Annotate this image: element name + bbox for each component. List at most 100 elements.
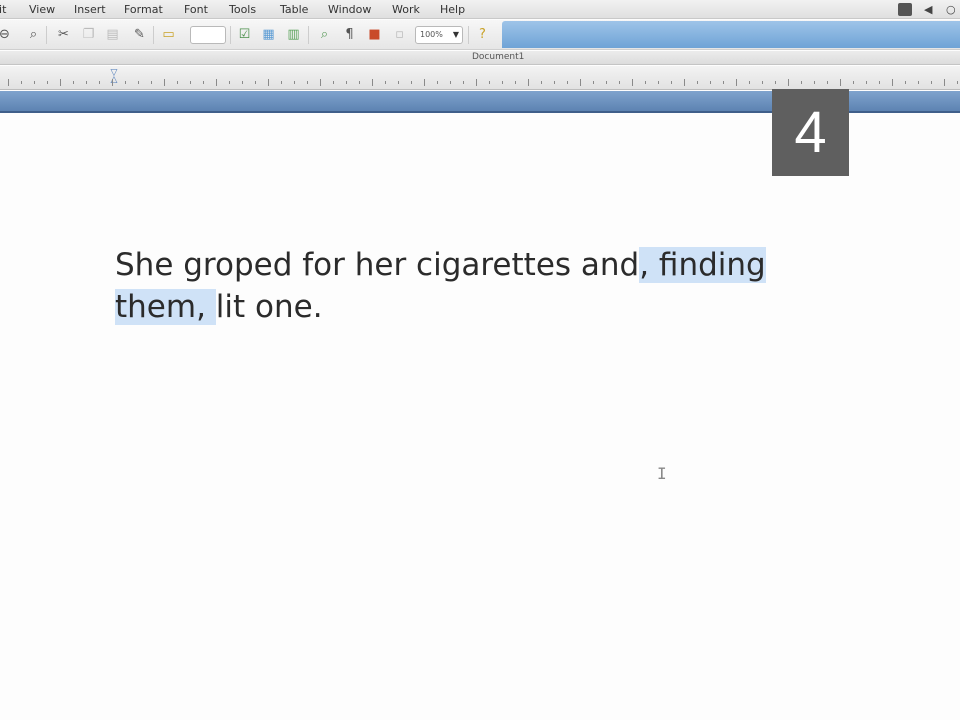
- ruler-tick: [346, 81, 347, 84]
- ruler-tick: [437, 81, 438, 84]
- ruler-tick: [736, 79, 737, 86]
- ruler-tick: [112, 79, 113, 86]
- menu-insert[interactable]: Insert: [74, 3, 106, 16]
- text-selection: , finding: [639, 247, 766, 283]
- ruler-tick: [203, 81, 204, 84]
- ruler-tick: [879, 81, 880, 84]
- battery-icon[interactable]: [898, 3, 912, 16]
- font-combo[interactable]: [190, 26, 226, 44]
- toolbar-divider: [308, 26, 309, 44]
- paste-icon[interactable]: ▤: [104, 26, 121, 43]
- ruler-tick: [853, 81, 854, 84]
- ruler-tick: [515, 81, 516, 84]
- ruler-tick: [255, 81, 256, 84]
- ruler-tick: [190, 81, 191, 84]
- help-icon[interactable]: ?: [474, 26, 491, 43]
- ruler-tick: [645, 81, 646, 84]
- ruler-tick: [684, 79, 685, 86]
- ruler-tick: [450, 81, 451, 84]
- toolbar-divider: [230, 26, 231, 44]
- ruler-tick: [710, 81, 711, 84]
- ruler-tick: [476, 79, 477, 86]
- menu-table[interactable]: Table: [280, 3, 308, 16]
- edit-icon[interactable]: ☑: [236, 26, 253, 43]
- ruler-tick: [827, 81, 828, 84]
- table-icon[interactable]: ▦: [260, 26, 277, 43]
- ruler-tick: [931, 81, 932, 84]
- ruler-tick: [216, 79, 217, 86]
- toolbar-divider: [46, 26, 47, 44]
- ruler-tick: [489, 81, 490, 84]
- zoom-combo[interactable]: 100% ▼: [415, 26, 463, 44]
- ruler-tick: [21, 81, 22, 84]
- text-selection: them,: [115, 289, 216, 325]
- zoom-out-icon[interactable]: ⊖: [0, 26, 13, 43]
- ruler-tick: [164, 79, 165, 86]
- ruler-tick: [177, 81, 178, 84]
- menu-work[interactable]: Work: [392, 3, 420, 16]
- ruler[interactable]: ▽ △: [0, 66, 960, 90]
- menu-edit[interactable]: lit: [0, 3, 6, 16]
- ruler-tick: [957, 81, 958, 84]
- ruler-tick: [60, 79, 61, 86]
- menu-tools[interactable]: Tools: [229, 3, 256, 16]
- menu-view[interactable]: View: [29, 3, 55, 16]
- ruler-tick: [34, 81, 35, 84]
- ruler-tick: [424, 79, 425, 86]
- volume-icon[interactable]: ◀: [924, 3, 936, 16]
- menu-format[interactable]: Format: [124, 3, 163, 16]
- ruler-tick: [47, 81, 48, 84]
- style-icon[interactable]: ▭: [160, 26, 177, 43]
- search-icon[interactable]: ⌕: [25, 26, 42, 43]
- ruler-tick: [99, 81, 100, 84]
- toolbar-divider: [153, 26, 154, 44]
- ruler-tick: [580, 79, 581, 86]
- ruler-tick: [892, 79, 893, 86]
- ruler-tick: [125, 81, 126, 84]
- toolbar-blue-area: [502, 21, 960, 48]
- ruler-tick: [294, 81, 295, 84]
- ruler-tick: [359, 81, 360, 84]
- columns-icon[interactable]: ▥: [285, 26, 302, 43]
- ruler-tick: [73, 81, 74, 84]
- toolbox-icon[interactable]: ■: [366, 26, 383, 43]
- menu-help[interactable]: Help: [440, 3, 465, 16]
- ruler-tick: [151, 81, 152, 84]
- ruler-tick: [697, 81, 698, 84]
- ruler-tick: [606, 81, 607, 84]
- toolbar-divider: [468, 26, 469, 44]
- grid-icon[interactable]: ▫: [391, 26, 408, 43]
- cut-icon[interactable]: ✂: [55, 26, 72, 43]
- ruler-tick: [567, 81, 568, 84]
- menu-window[interactable]: Window: [328, 3, 371, 16]
- ruler-tick: [593, 81, 594, 84]
- find-icon[interactable]: ⌕: [316, 26, 333, 43]
- ruler-tick: [138, 81, 139, 84]
- step-number-badge: 4: [772, 89, 849, 176]
- ruler-tick: [502, 81, 503, 84]
- ruler-tick: [307, 81, 308, 84]
- ruler-tick: [463, 81, 464, 84]
- ruler-tick: [788, 79, 789, 86]
- text-line: She groped for her cigarettes and, findi…: [115, 244, 875, 286]
- ruler-tick: [86, 81, 87, 84]
- format-brush-icon[interactable]: ✎: [131, 26, 148, 43]
- ruler-tick: [8, 79, 9, 86]
- text-cursor-icon: I: [657, 464, 667, 483]
- ruler-tick: [411, 81, 412, 84]
- document-body[interactable]: She groped for her cigarettes and, findi…: [115, 244, 875, 328]
- spotlight-icon[interactable]: ○: [946, 3, 958, 16]
- ruler-tick: [333, 81, 334, 84]
- pilcrow-icon[interactable]: ¶: [341, 26, 358, 43]
- ruler-tick: [229, 81, 230, 84]
- ruler-tick: [385, 81, 386, 84]
- menu-font[interactable]: Font: [184, 3, 208, 16]
- text-plain: She groped for her cigarettes and: [115, 247, 640, 283]
- ruler-tick: [918, 81, 919, 84]
- ruler-tick: [268, 79, 269, 86]
- ruler-tick: [554, 81, 555, 84]
- ruler-tick: [242, 81, 243, 84]
- ruler-tick: [320, 79, 321, 86]
- ruler-tick: [723, 81, 724, 84]
- copy-icon[interactable]: ❐: [80, 26, 97, 43]
